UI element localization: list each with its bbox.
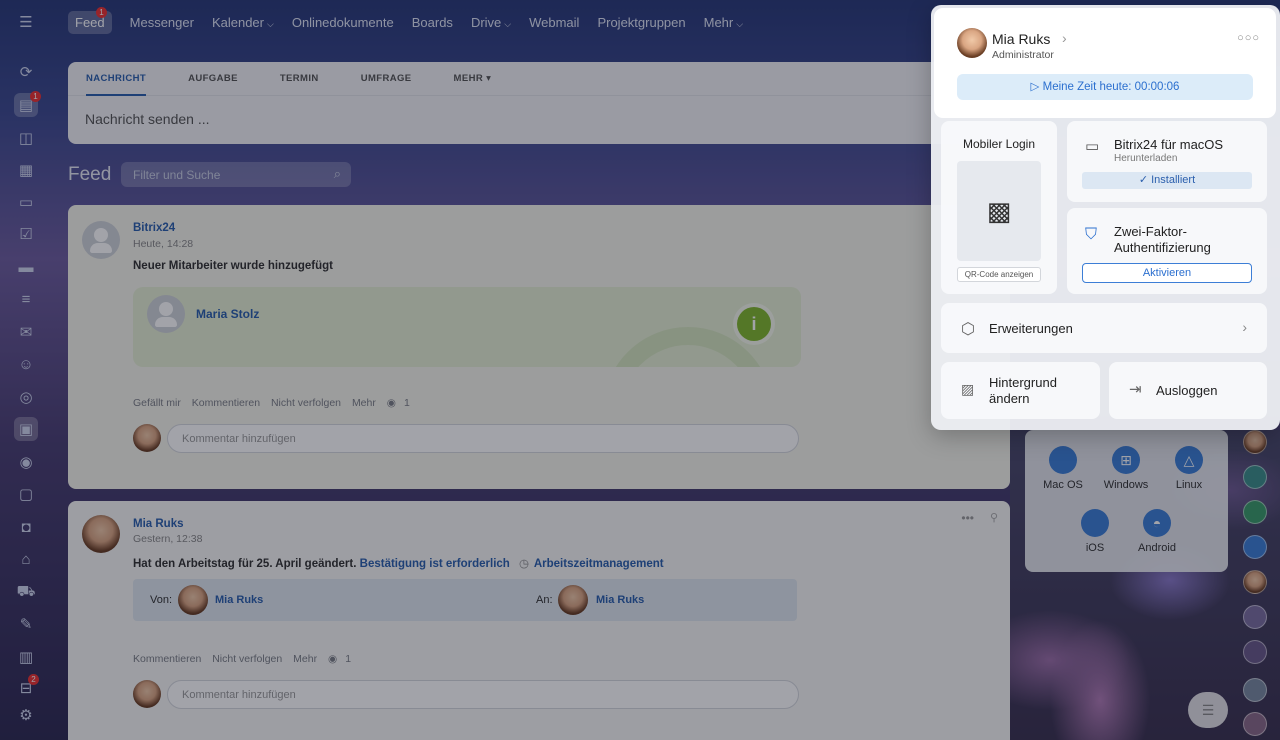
logout-icon: ⇥	[1129, 381, 1142, 398]
installed-label: Installiert	[1151, 174, 1196, 186]
qr-code-button[interactable]: QR-Code anzeigen	[957, 267, 1041, 282]
worktime-button[interactable]: ▷ Meine Zeit heute: 00:00:06	[957, 74, 1253, 100]
more-dots-icon[interactable]: ○○○	[1237, 32, 1260, 44]
macos-title: Bitrix24 für macOS	[1114, 137, 1224, 152]
chevron-right-icon: ›	[1242, 319, 1247, 335]
mobile-login-tile: Mobiler Login ▩ QR-Code anzeigen	[941, 121, 1057, 294]
two-factor-title: Zwei-Faktor-Authentifizierung	[1114, 224, 1211, 255]
change-background-line1: Hintergrund	[989, 375, 1057, 390]
monitor-icon: ▭	[1085, 138, 1100, 155]
image-icon: ▨	[961, 381, 975, 397]
profile-name[interactable]: Mia Ruks	[992, 31, 1050, 47]
change-background-line2: ändern	[989, 391, 1030, 406]
change-background-button[interactable]: ▨ Hintergrund ändern	[941, 362, 1100, 419]
worktime-label: Meine Zeit heute: 00:00:06	[1042, 81, 1180, 93]
play-icon: ▷	[1030, 81, 1040, 93]
two-factor-tile: ⛉ Zwei-Faktor-Authentifizierung Aktivier…	[1067, 208, 1267, 294]
logout-button[interactable]: ⇥ Ausloggen	[1109, 362, 1267, 419]
extensions-item[interactable]: ⬡ Erweiterungen ›	[941, 303, 1267, 353]
installed-status: ✓ Installiert	[1082, 172, 1252, 189]
macos-subtitle: Herunterladen	[1114, 153, 1178, 164]
qr-code-icon: ▩	[957, 161, 1041, 261]
avatar[interactable]	[957, 28, 987, 58]
chevron-right-icon[interactable]: ›	[1062, 30, 1067, 46]
change-background-label: Hintergrund ändern	[989, 375, 1057, 407]
check-icon: ✓	[1138, 174, 1149, 186]
shield-icon: ⛉	[1085, 226, 1098, 243]
macos-app-tile[interactable]: ▭ Bitrix24 für macOS Herunterladen ✓ Ins…	[1067, 121, 1267, 202]
extensions-label: Erweiterungen	[989, 321, 1073, 336]
mobile-login-title: Mobiler Login	[962, 137, 1036, 151]
cube-icon: ⬡	[961, 321, 975, 338]
activate-button[interactable]: Aktivieren	[1082, 263, 1252, 283]
profile-role: Administrator	[992, 49, 1054, 61]
profile-popup: Mia Ruks › Administrator ○○○ ▷ Meine Zei…	[931, 5, 1280, 430]
logout-label: Ausloggen	[1156, 383, 1218, 398]
profile-card: Mia Ruks › Administrator ○○○ ▷ Meine Zei…	[934, 8, 1276, 118]
